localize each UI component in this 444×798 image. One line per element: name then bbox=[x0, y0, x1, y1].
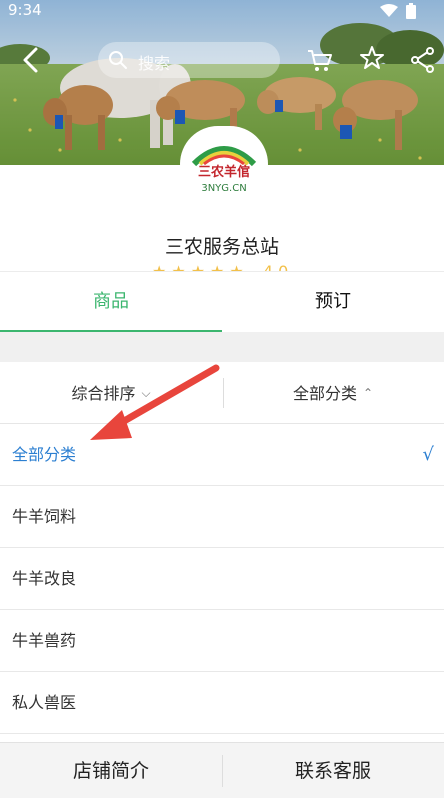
wifi-icon bbox=[380, 4, 398, 17]
checkmark-icon: √ bbox=[422, 444, 434, 465]
filter-bar: 综合排序 ⌵ 全部分类 ⌃ bbox=[0, 362, 444, 424]
store-page: 9:34 搜索 三农羊倌 3NYG.CN 三农服务总站 ★★★★★ 4.0 商品… bbox=[0, 0, 444, 798]
category-item-label: 牛羊饲料 bbox=[12, 507, 77, 526]
store-logo: 三农羊倌 3NYG.CN bbox=[180, 126, 268, 202]
category-item-label: 牛羊改良 bbox=[12, 569, 77, 588]
category-item-label: 私人兽医 bbox=[12, 693, 77, 712]
category-item-label: 全部分类 bbox=[12, 445, 77, 464]
store-tabs: 商品 预订 bbox=[0, 271, 444, 333]
logo-chinese-text: 三农羊倌 bbox=[198, 164, 250, 180]
category-item-feed[interactable]: 牛羊饲料 bbox=[0, 486, 444, 548]
top-nav-bar: 搜索 bbox=[0, 40, 444, 80]
store-logo-graphic: 三农羊倌 3NYG.CN bbox=[186, 132, 262, 202]
logo-domain-text: 3NYG.CN bbox=[201, 183, 246, 194]
search-placeholder: 搜索 bbox=[138, 54, 171, 73]
chevron-up-icon: ⌃ bbox=[362, 386, 374, 400]
category-item-veterinary-drugs[interactable]: 牛羊兽药 bbox=[0, 610, 444, 672]
tab-booking[interactable]: 预订 bbox=[222, 272, 444, 333]
battery-icon bbox=[406, 3, 416, 19]
category-item-private-vet[interactable]: 私人兽医 bbox=[0, 672, 444, 734]
category-dropdown[interactable]: 全部分类 ⌃ bbox=[222, 362, 444, 424]
sort-dropdown[interactable]: 综合排序 ⌵ bbox=[0, 362, 222, 424]
contact-service-button[interactable]: 联系客服 bbox=[222, 743, 444, 798]
favorite-star-icon[interactable] bbox=[358, 44, 386, 72]
bottom-action-bar: 店铺简介 联系客服 bbox=[0, 742, 444, 798]
search-input[interactable]: 搜索 bbox=[98, 42, 280, 78]
share-icon[interactable] bbox=[410, 46, 436, 74]
category-list: 全部分类 √ 牛羊饲料 牛羊改良 牛羊兽药 私人兽医 bbox=[0, 424, 444, 734]
cart-icon[interactable] bbox=[306, 46, 334, 74]
status-bar: 9:34 bbox=[0, 0, 444, 22]
store-intro-button[interactable]: 店铺简介 bbox=[0, 743, 222, 798]
tab-goods[interactable]: 商品 bbox=[0, 272, 222, 333]
sort-label: 综合排序 bbox=[71, 384, 136, 403]
search-icon bbox=[109, 51, 127, 69]
category-item-label: 牛羊兽药 bbox=[12, 631, 77, 650]
status-time: 9:34 bbox=[8, 1, 42, 19]
back-arrow-icon[interactable] bbox=[18, 46, 44, 74]
category-item-breeding[interactable]: 牛羊改良 bbox=[0, 548, 444, 610]
category-item-all[interactable]: 全部分类 √ bbox=[0, 424, 444, 486]
chevron-down-icon: ⌵ bbox=[141, 386, 151, 400]
category-label: 全部分类 bbox=[292, 384, 357, 403]
store-name: 三农服务总站 bbox=[164, 236, 279, 258]
section-divider bbox=[0, 332, 444, 362]
